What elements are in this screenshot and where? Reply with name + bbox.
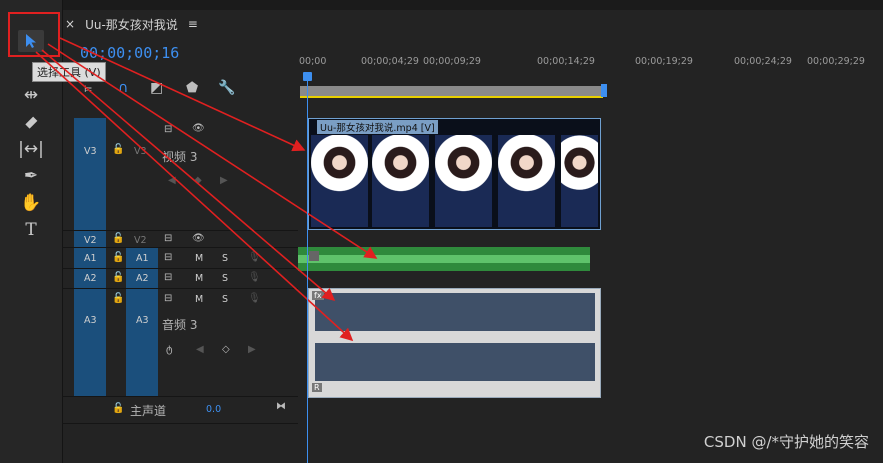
lock-icon[interactable]: 🔓 [112,293,124,304]
lock-icon[interactable]: 🔓 [112,403,124,414]
sequence-title: Uu-那女孩对我说 [85,17,178,32]
prev-keyframe-icon[interactable]: ◀ [196,344,204,355]
next-keyframe-icon[interactable]: ▶ [220,175,228,186]
track-label: A1 [84,253,97,264]
fx-badge [309,251,319,261]
sync-lock-icon[interactable]: ⊟ [164,252,172,263]
solo-button[interactable]: S [222,273,228,284]
menu-icon[interactable]: ≡ [188,17,198,31]
video-thumbnail [372,135,429,227]
keyframe-icon[interactable]: ◇ [222,344,230,355]
ruler-tick: 00;00;29;29 [807,56,865,67]
snap-icon[interactable]: ∩ [118,80,128,96]
sequence-tab[interactable]: × Uu-那女孩对我说 ≡ [65,10,270,38]
close-icon[interactable]: × [65,17,75,31]
playhead-timecode[interactable]: 00;00;00;16 [80,44,179,62]
next-keyframe-icon[interactable]: ▶ [248,344,256,355]
mute-button[interactable]: M [195,294,203,305]
ruler-tick: 00;00;04;29 [361,56,419,67]
nest-icon[interactable]: ⫢ [84,80,92,96]
volume-icon[interactable]: ტ [166,344,173,355]
track-name: 视频 3 [162,150,198,164]
ruler-tick: 00;00;09;29 [423,56,481,67]
mute-button[interactable]: M [195,273,203,284]
clip-label: Uu-那女孩对我说.mp4 [V] [317,120,438,134]
lock-icon[interactable]: 🔓 [112,233,124,244]
eye-icon[interactable]: 👁 [192,233,205,244]
track-target[interactable]: V3 [134,146,147,157]
ruler-tick: 00;00 [299,56,327,67]
ruler-tick: 00;00;24;29 [734,56,792,67]
ruler-tick: 00;00;14;29 [537,56,595,67]
top-strip [0,0,883,10]
master-volume[interactable]: 0.0 [206,404,221,415]
hand-icon[interactable]: ✋ [18,192,44,214]
track-label: V3 [84,146,97,157]
tool-tooltip: 选择工具 (V) [32,62,106,82]
fx-badge: fx [312,291,324,300]
track-target[interactable]: A2 [136,273,149,284]
track-label: A3 [84,315,97,326]
track-a3[interactable]: A3 🔓 A3 ⊟ M S 🎙 音频 3 ტ ◀ ◇ ▶ [62,289,298,397]
solo-button[interactable]: S [222,294,228,305]
master-label: 主声道 [130,404,167,418]
video-thumbnail [498,135,555,227]
mic-icon[interactable]: 🎙 [248,272,261,283]
video-clip[interactable] [308,118,601,230]
solo-button[interactable]: S [222,253,228,264]
watermark: CSDN @/*守护她的笑容 [703,433,869,451]
ripple-edit-icon[interactable]: |↔| [18,138,44,160]
prev-keyframe-icon[interactable]: ◀ [168,175,176,186]
audio-clip-a3[interactable]: fx R [308,288,601,398]
annotation-box [8,12,60,57]
ruler-tick: 00;00;19;29 [635,56,693,67]
track-label: A2 [84,273,97,284]
razor-icon[interactable] [18,112,44,134]
track-select-icon[interactable]: ⇹ [18,84,44,106]
mute-button[interactable]: M [195,253,203,264]
wrench-icon[interactable]: 🔧 [218,80,235,96]
linked-select-icon[interactable]: ◩ [150,80,163,96]
go-to-end-icon[interactable]: ⧓ [276,401,286,412]
sync-lock-icon[interactable]: ⊟ [164,272,172,283]
playhead-line[interactable] [307,80,308,463]
channel-r-label: R [312,383,322,392]
mic-icon[interactable]: 🎙 [248,252,261,263]
video-thumbnail [561,135,598,227]
track-target[interactable]: V2 [134,235,147,246]
keyframe-icon[interactable]: ◆ [194,175,202,186]
work-area-bar[interactable] [300,86,603,98]
sync-lock-icon[interactable]: ⊟ [164,124,172,135]
pen-icon[interactable]: ✒ [18,165,44,187]
track-a2[interactable]: A2 🔓 A2 ⊟ M S 🎙 [62,269,298,289]
type-icon[interactable]: T [18,219,44,241]
track-target[interactable]: A3 [136,315,149,326]
waveform-l [315,293,595,331]
mic-icon[interactable]: 🎙 [248,293,261,304]
sync-lock-icon[interactable]: ⊟ [164,233,172,244]
video-thumbnail [311,135,368,227]
lock-icon[interactable]: 🔓 [112,144,124,155]
marker-icon[interactable]: ⬟ [186,80,198,96]
lock-icon[interactable]: 🔓 [112,272,124,283]
track-label: V2 [84,235,97,246]
lock-icon[interactable]: 🔓 [112,252,124,263]
video-thumbnail [435,135,492,227]
eye-icon[interactable]: 👁 [192,123,205,134]
track-a1[interactable]: A1 🔓 A1 ⊟ M S 🎙 [62,248,298,269]
track-v3[interactable]: V3 🔓 V3 ⊟ 👁 视频 3 ◀ ◆ ▶ [62,118,298,231]
track-master[interactable]: 🔓 主声道 0.0 ⧓ [62,397,298,424]
track-target[interactable]: A1 [136,253,149,264]
track-name: 音频 3 [162,318,198,332]
audio-clip-a1[interactable] [298,247,590,271]
sync-lock-icon[interactable]: ⊟ [164,293,172,304]
track-v2[interactable]: V2 🔓 V2 ⊟ 👁 [62,231,298,248]
work-area-end[interactable] [601,84,607,97]
waveform-r [315,343,595,381]
